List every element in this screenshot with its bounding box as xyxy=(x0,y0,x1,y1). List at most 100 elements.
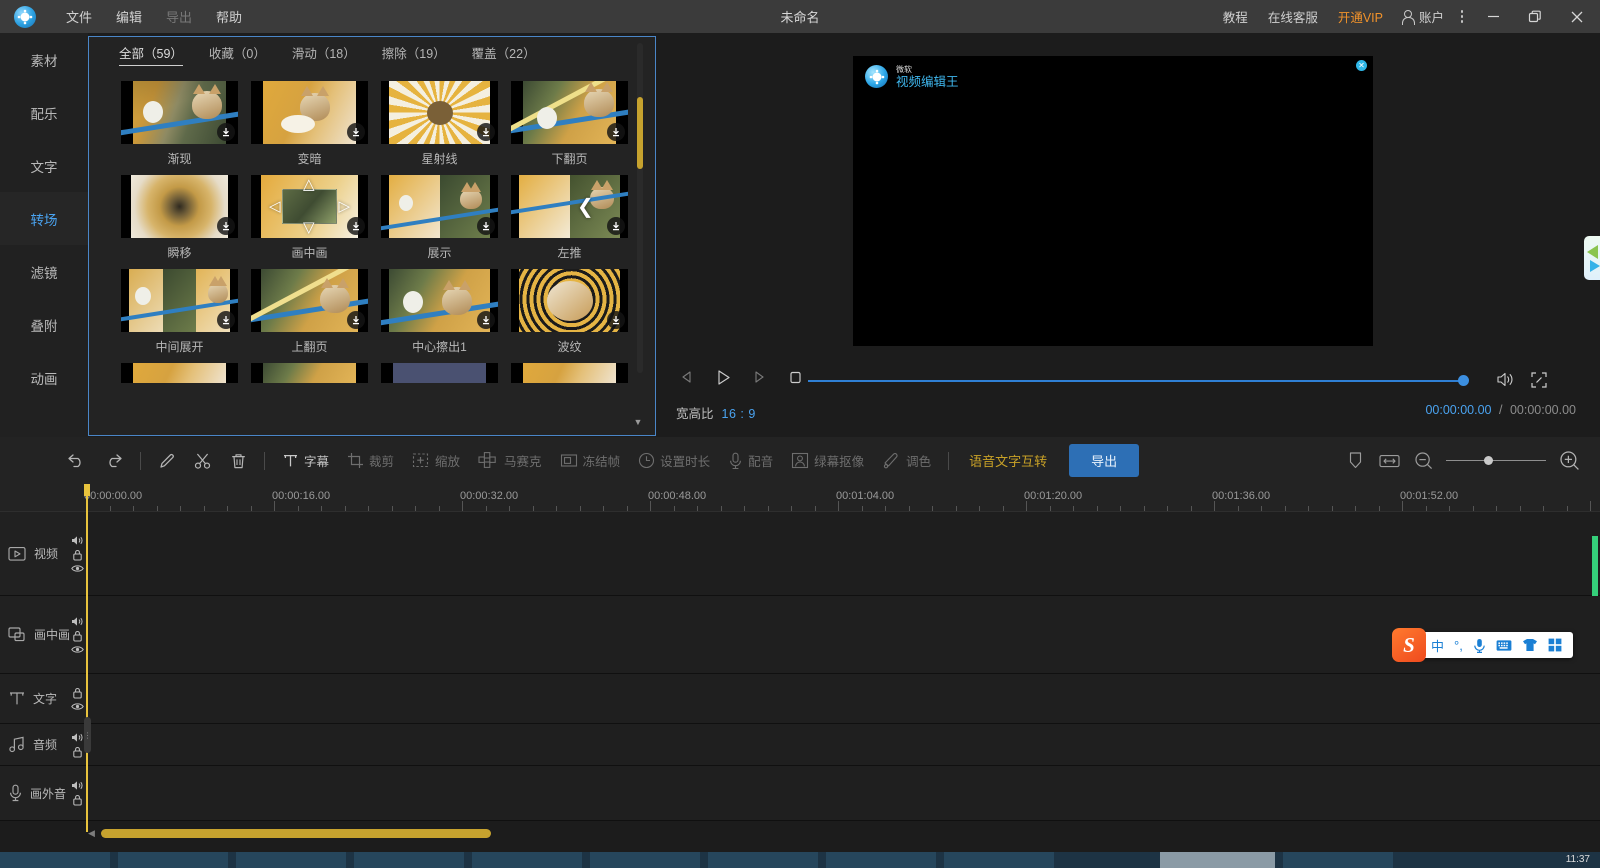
transition-item[interactable]: 瞬移 xyxy=(121,175,251,261)
vip-link[interactable]: 开通VIP xyxy=(1328,7,1393,26)
ime-voice-input[interactable] xyxy=(1468,638,1491,653)
sidebar-item-text[interactable]: 文字 xyxy=(0,139,88,192)
delete-button[interactable] xyxy=(221,437,256,484)
transition-item[interactable]: 中心擦出1 xyxy=(381,269,511,355)
account-button[interactable]: 账户 xyxy=(1393,7,1452,26)
volume-slider-knob[interactable] xyxy=(1458,375,1469,386)
maximize-button[interactable] xyxy=(1514,0,1556,33)
fullscreen-icon[interactable] xyxy=(1530,371,1548,394)
download-icon[interactable] xyxy=(607,217,625,235)
transition-item[interactable]: ❮ 左推 xyxy=(511,175,641,261)
menu-edit[interactable]: 编辑 xyxy=(106,2,152,31)
scale-button[interactable]: 缩放 xyxy=(403,437,469,484)
transition-thumbnail[interactable] xyxy=(381,363,498,383)
chevron-left-icon[interactable]: ◀ xyxy=(88,828,95,839)
more-options-icon[interactable] xyxy=(1452,0,1472,33)
track-content-voiceover[interactable] xyxy=(88,766,1600,820)
download-icon[interactable] xyxy=(347,311,365,329)
video-preview[interactable]: 微软 视频编辑王 ✕ xyxy=(853,56,1373,346)
transition-thumbnail[interactable] xyxy=(381,269,498,332)
transition-thumbnail[interactable] xyxy=(511,269,628,332)
transition-item[interactable] xyxy=(511,363,641,383)
redo-button[interactable] xyxy=(95,437,132,484)
ime-chinese-mode[interactable]: 中 xyxy=(1426,636,1449,655)
tutorial-link[interactable]: 教程 xyxy=(1213,7,1258,26)
sidebar-item-overlays[interactable]: 叠附 xyxy=(0,298,88,351)
panel-scrollbar-thumb[interactable] xyxy=(637,97,643,169)
aspect-ratio[interactable]: 宽高比 16 : 9 xyxy=(676,403,756,422)
playhead-handle[interactable] xyxy=(84,484,90,496)
transition-thumbnail[interactable]: ◁ ▷ △ ▽ xyxy=(251,175,368,238)
prev-frame-button[interactable] xyxy=(676,366,698,388)
transition-thumbnail[interactable]: ❮ xyxy=(511,175,628,238)
track-row-text[interactable]: 文字 xyxy=(0,674,1600,724)
minimize-button[interactable] xyxy=(1472,0,1514,33)
panel-scrollbar-track[interactable] xyxy=(637,43,643,373)
timeline-hscrollbar-thumb[interactable] xyxy=(100,828,491,838)
crop-button[interactable]: 裁剪 xyxy=(338,437,403,484)
sidebar-item-music[interactable]: 配乐 xyxy=(0,86,88,139)
download-icon[interactable] xyxy=(217,311,235,329)
track-header-voiceover[interactable]: 画外音 xyxy=(0,766,88,820)
download-icon[interactable] xyxy=(217,123,235,141)
track-content-video[interactable] xyxy=(88,512,1600,595)
sidebar-item-filters[interactable]: 滤镜 xyxy=(0,245,88,298)
ime-skin[interactable] xyxy=(1517,638,1543,652)
tab-cover[interactable]: 覆盖（22） xyxy=(472,43,536,65)
color-grade-button[interactable]: 调色 xyxy=(873,437,940,484)
ime-punctuation-mode[interactable]: °, xyxy=(1449,638,1468,653)
taskbar-active-window[interactable] xyxy=(1160,852,1275,868)
track-header-pip[interactable]: 画中画 xyxy=(0,596,88,673)
timeline-hscrollbar[interactable]: ◀ xyxy=(88,826,1588,840)
close-icon[interactable]: ✕ xyxy=(1356,60,1367,71)
playhead[interactable] xyxy=(86,484,88,832)
stop-button[interactable] xyxy=(784,366,806,388)
download-icon[interactable] xyxy=(607,123,625,141)
mosaic-button[interactable]: 马赛克 xyxy=(469,437,551,484)
transition-item[interactable]: 中间展开 xyxy=(121,269,251,355)
track-row-video[interactable]: 视频 xyxy=(0,512,1600,596)
undo-button[interactable] xyxy=(58,437,95,484)
download-icon[interactable] xyxy=(477,217,495,235)
transition-item[interactable]: 渐现 xyxy=(121,81,251,167)
support-link[interactable]: 在线客服 xyxy=(1258,7,1328,26)
transition-item[interactable] xyxy=(121,363,251,383)
next-frame-button[interactable] xyxy=(748,366,770,388)
subtitle-button[interactable]: 字幕 xyxy=(273,437,338,484)
tab-wipe[interactable]: 擦除（19） xyxy=(382,43,446,65)
zoom-in-button[interactable] xyxy=(1552,437,1586,484)
tab-all[interactable]: 全部（59） xyxy=(119,43,183,66)
chevron-down-icon[interactable]: ▼ xyxy=(631,415,645,429)
split-button[interactable] xyxy=(185,437,221,484)
sogou-logo-icon[interactable]: S xyxy=(1392,628,1426,662)
export-button[interactable]: 导出 xyxy=(1069,444,1140,477)
download-icon[interactable] xyxy=(347,123,365,141)
transition-thumbnail[interactable] xyxy=(511,81,628,144)
transition-thumbnail[interactable] xyxy=(121,81,238,144)
timeline-ruler[interactable]: 00:00:00.00 00:00:16.00 00:00:32.00 00:0… xyxy=(0,484,1600,512)
transition-item[interactable]: 上翻页 xyxy=(251,269,381,355)
download-icon[interactable] xyxy=(477,123,495,141)
track-content-pip[interactable] xyxy=(88,596,1600,673)
transition-thumbnail[interactable] xyxy=(251,269,368,332)
voiceover-button[interactable]: 配音 xyxy=(719,437,782,484)
sogou-ime-toolbar[interactable]: S 中 °, xyxy=(1392,628,1573,662)
zoom-slider[interactable] xyxy=(1446,437,1546,484)
sidebar-item-media[interactable]: 素材 xyxy=(0,33,88,86)
menu-export[interactable]: 导出 xyxy=(156,2,202,31)
track-row-voiceover[interactable]: 画外音 xyxy=(0,766,1600,821)
fit-width-button[interactable] xyxy=(1372,437,1406,484)
ime-toolbox[interactable] xyxy=(1543,638,1567,652)
marker-button[interactable] xyxy=(1338,437,1372,484)
volume-slider-track[interactable] xyxy=(808,380,1468,382)
transition-item[interactable]: 波纹 xyxy=(511,269,641,355)
track-resize-grip[interactable]: ⋮ xyxy=(84,717,92,753)
tab-favorites[interactable]: 收藏（0） xyxy=(209,43,266,65)
transition-item[interactable]: 星射线 xyxy=(381,81,511,167)
duration-button[interactable]: 设置时长 xyxy=(629,437,719,484)
transition-thumbnail[interactable] xyxy=(381,81,498,144)
track-header-audio[interactable]: 音频 xyxy=(0,724,88,765)
volume-icon[interactable] xyxy=(1496,371,1515,393)
sidebar-item-transitions[interactable]: 转场 xyxy=(0,192,88,245)
floating-side-widget[interactable] xyxy=(1584,236,1600,280)
